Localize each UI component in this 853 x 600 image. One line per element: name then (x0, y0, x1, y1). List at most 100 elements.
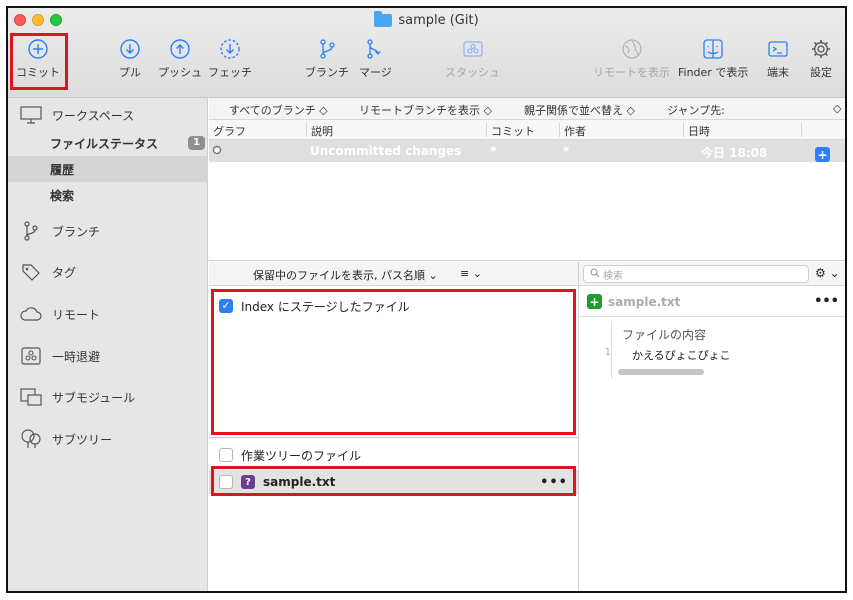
sidebar: ワークスペース ファイルステータス 1 履歴 検索 ブランチ タグ リモート 一… (8, 98, 208, 591)
branch-button[interactable]: ブランチ (305, 38, 349, 80)
diff-line-number: 1 (604, 347, 611, 358)
settings-label: 設定 (810, 66, 832, 79)
search-icon (590, 267, 600, 281)
fetch-icon (219, 38, 241, 60)
search-placeholder: 検索 (603, 270, 623, 282)
tree-icon (18, 429, 44, 449)
sidebar-item-workspace[interactable]: ワークスペース (8, 102, 208, 128)
added-file-icon: + (587, 294, 602, 309)
diff-toolbar: 検索 ⚙ ⌄ (579, 262, 845, 286)
pull-label: プル (119, 66, 141, 79)
list-icon: ≡ (460, 267, 470, 280)
folder-icon (374, 11, 393, 27)
sidebar-item-label: サブモジュール (52, 390, 136, 405)
branch-icon (316, 38, 338, 60)
sidebar-item-label: リモート (52, 307, 101, 322)
stash-button[interactable]: スタッシュ (445, 38, 500, 80)
all-branches-dropdown[interactable]: すべてのブランチ ◇ (229, 102, 328, 118)
window-title: sample (Git) (8, 11, 845, 28)
submodule-icon (18, 388, 44, 406)
fetch-label: フェッチ (208, 66, 252, 79)
cloud-icon (18, 306, 44, 322)
tag-icon (18, 263, 44, 281)
sidebar-item-branches[interactable]: ブランチ (8, 218, 208, 244)
sidebar-item-history[interactable]: 履歴 (8, 156, 208, 182)
sidebar-item-label: ブランチ (52, 224, 101, 239)
merge-icon (364, 38, 386, 60)
sort-label: 親子関係で並べ替え (524, 104, 623, 117)
jump-to-chevron-icon[interactable]: ◇ (833, 102, 841, 115)
history-list-empty-area (209, 162, 845, 261)
column-header-commit[interactable]: コミット (486, 123, 535, 138)
pull-button[interactable]: プル (119, 38, 141, 80)
history-column-headers: グラフ 説明 コミット 作者 日時 (209, 120, 845, 140)
gear-icon (810, 38, 832, 60)
show-remote-branches-label: リモートブランチを表示 (359, 104, 480, 117)
sidebar-item-label: サブツリー (52, 432, 113, 447)
diff-filename: sample.txt (608, 294, 681, 309)
show-in-finder-button[interactable]: Finder で表示 (678, 38, 748, 80)
stash-icon (462, 38, 484, 60)
sidebar-item-submodules[interactable]: サブモジュール (8, 384, 208, 410)
diff-horizontal-scrollbar[interactable] (618, 369, 704, 375)
sort-dropdown[interactable]: 親子関係で並べ替え ◇ (524, 102, 635, 118)
merge-button[interactable]: マージ (359, 38, 392, 80)
diff-options-button[interactable]: ⚙ ⌄ (815, 266, 840, 280)
push-button[interactable]: プッシュ (158, 38, 202, 80)
sidebar-item-remotes[interactable]: リモート (8, 301, 208, 327)
history-row-date: 今日 18:08 (701, 146, 768, 160)
push-icon (169, 38, 191, 60)
unstage-all-checkbox[interactable] (219, 448, 233, 462)
push-label: プッシュ (158, 66, 202, 79)
sidebar-item-label: ファイルステータス (50, 136, 159, 151)
fetch-button[interactable]: フェッチ (208, 38, 252, 80)
terminal-icon (767, 38, 789, 60)
toolbar: sample (Git) コミット プル プッシュ フェッチ ブランチ マージ … (8, 8, 845, 98)
column-header-graph[interactable]: グラフ (209, 123, 246, 138)
all-branches-label: すべてのブランチ (229, 104, 316, 117)
sidebar-item-tags[interactable]: タグ (8, 259, 208, 285)
show-remote-label: リモートを表示 (593, 66, 670, 79)
branch-label: ブランチ (305, 66, 349, 79)
history-row[interactable]: Uncommitted changes * * 今日 18:08 + (209, 140, 845, 162)
jump-to-dropdown[interactable]: ジャンプ先: (667, 102, 725, 118)
view-mode-label: 保留中のファイルを表示, パス名順 (253, 269, 425, 282)
terminal-button[interactable]: 端末 (767, 38, 789, 80)
column-header-date[interactable]: 日時 (683, 123, 710, 138)
history-row-author: * (563, 144, 570, 158)
diff-actions-button[interactable]: ••• (814, 294, 839, 309)
diff-header: + sample.txt ••• (579, 287, 845, 317)
sidebar-item-stashes[interactable]: 一時退避 (8, 343, 208, 369)
jump-to-label: ジャンプ先: (667, 104, 725, 117)
show-remote-branches-dropdown[interactable]: リモートブランチを表示 ◇ (359, 102, 492, 118)
sidebar-item-file-status[interactable]: ファイルステータス 1 (8, 130, 208, 156)
show-remote-button[interactable]: リモートを表示 (593, 38, 670, 80)
commit-highlight-box (10, 33, 68, 90)
monitor-icon (18, 106, 44, 124)
sidebar-item-label: タグ (52, 265, 77, 280)
plus-icon: + (815, 147, 830, 162)
settings-button[interactable]: 設定 (810, 38, 832, 80)
history-filter-bar: すべてのブランチ ◇ リモートブランチを表示 ◇ 親子関係で並べ替え ◇ ジャン… (209, 98, 845, 120)
list-mode-dropdown[interactable]: ≡ ⌄ (460, 267, 482, 280)
sidebar-item-subtrees[interactable]: サブツリー (8, 426, 208, 452)
sidebar-item-label: ワークスペース (52, 108, 135, 123)
sidebar-item-search[interactable]: 検索 (8, 182, 208, 208)
column-header-description[interactable]: 説明 (306, 123, 333, 138)
view-mode-dropdown[interactable]: 保留中のファイルを表示, パス名順 ⌄ (253, 267, 438, 283)
graph-node-icon (212, 144, 222, 158)
history-row-description: Uncommitted changes (310, 144, 462, 158)
terminal-label: 端末 (767, 66, 789, 79)
file-highlight-box (211, 466, 576, 496)
search-input[interactable]: 検索 (583, 265, 809, 283)
finder-icon (702, 38, 724, 60)
app-window: sample (Git) コミット プル プッシュ フェッチ ブランチ マージ … (6, 6, 847, 593)
unstaged-files-pane: 作業ツリーのファイル ? sample.txt ••• (209, 438, 578, 591)
window-title-text: sample (Git) (398, 13, 479, 28)
sidebar-item-label: 一時退避 (52, 349, 101, 364)
unstaged-header-label: 作業ツリーのファイル (241, 448, 362, 463)
column-header-author[interactable]: 作者 (559, 123, 586, 138)
file-status-count-badge: 1 (188, 136, 205, 150)
stash-icon (18, 347, 44, 365)
gear-icon: ⚙ (815, 266, 826, 280)
